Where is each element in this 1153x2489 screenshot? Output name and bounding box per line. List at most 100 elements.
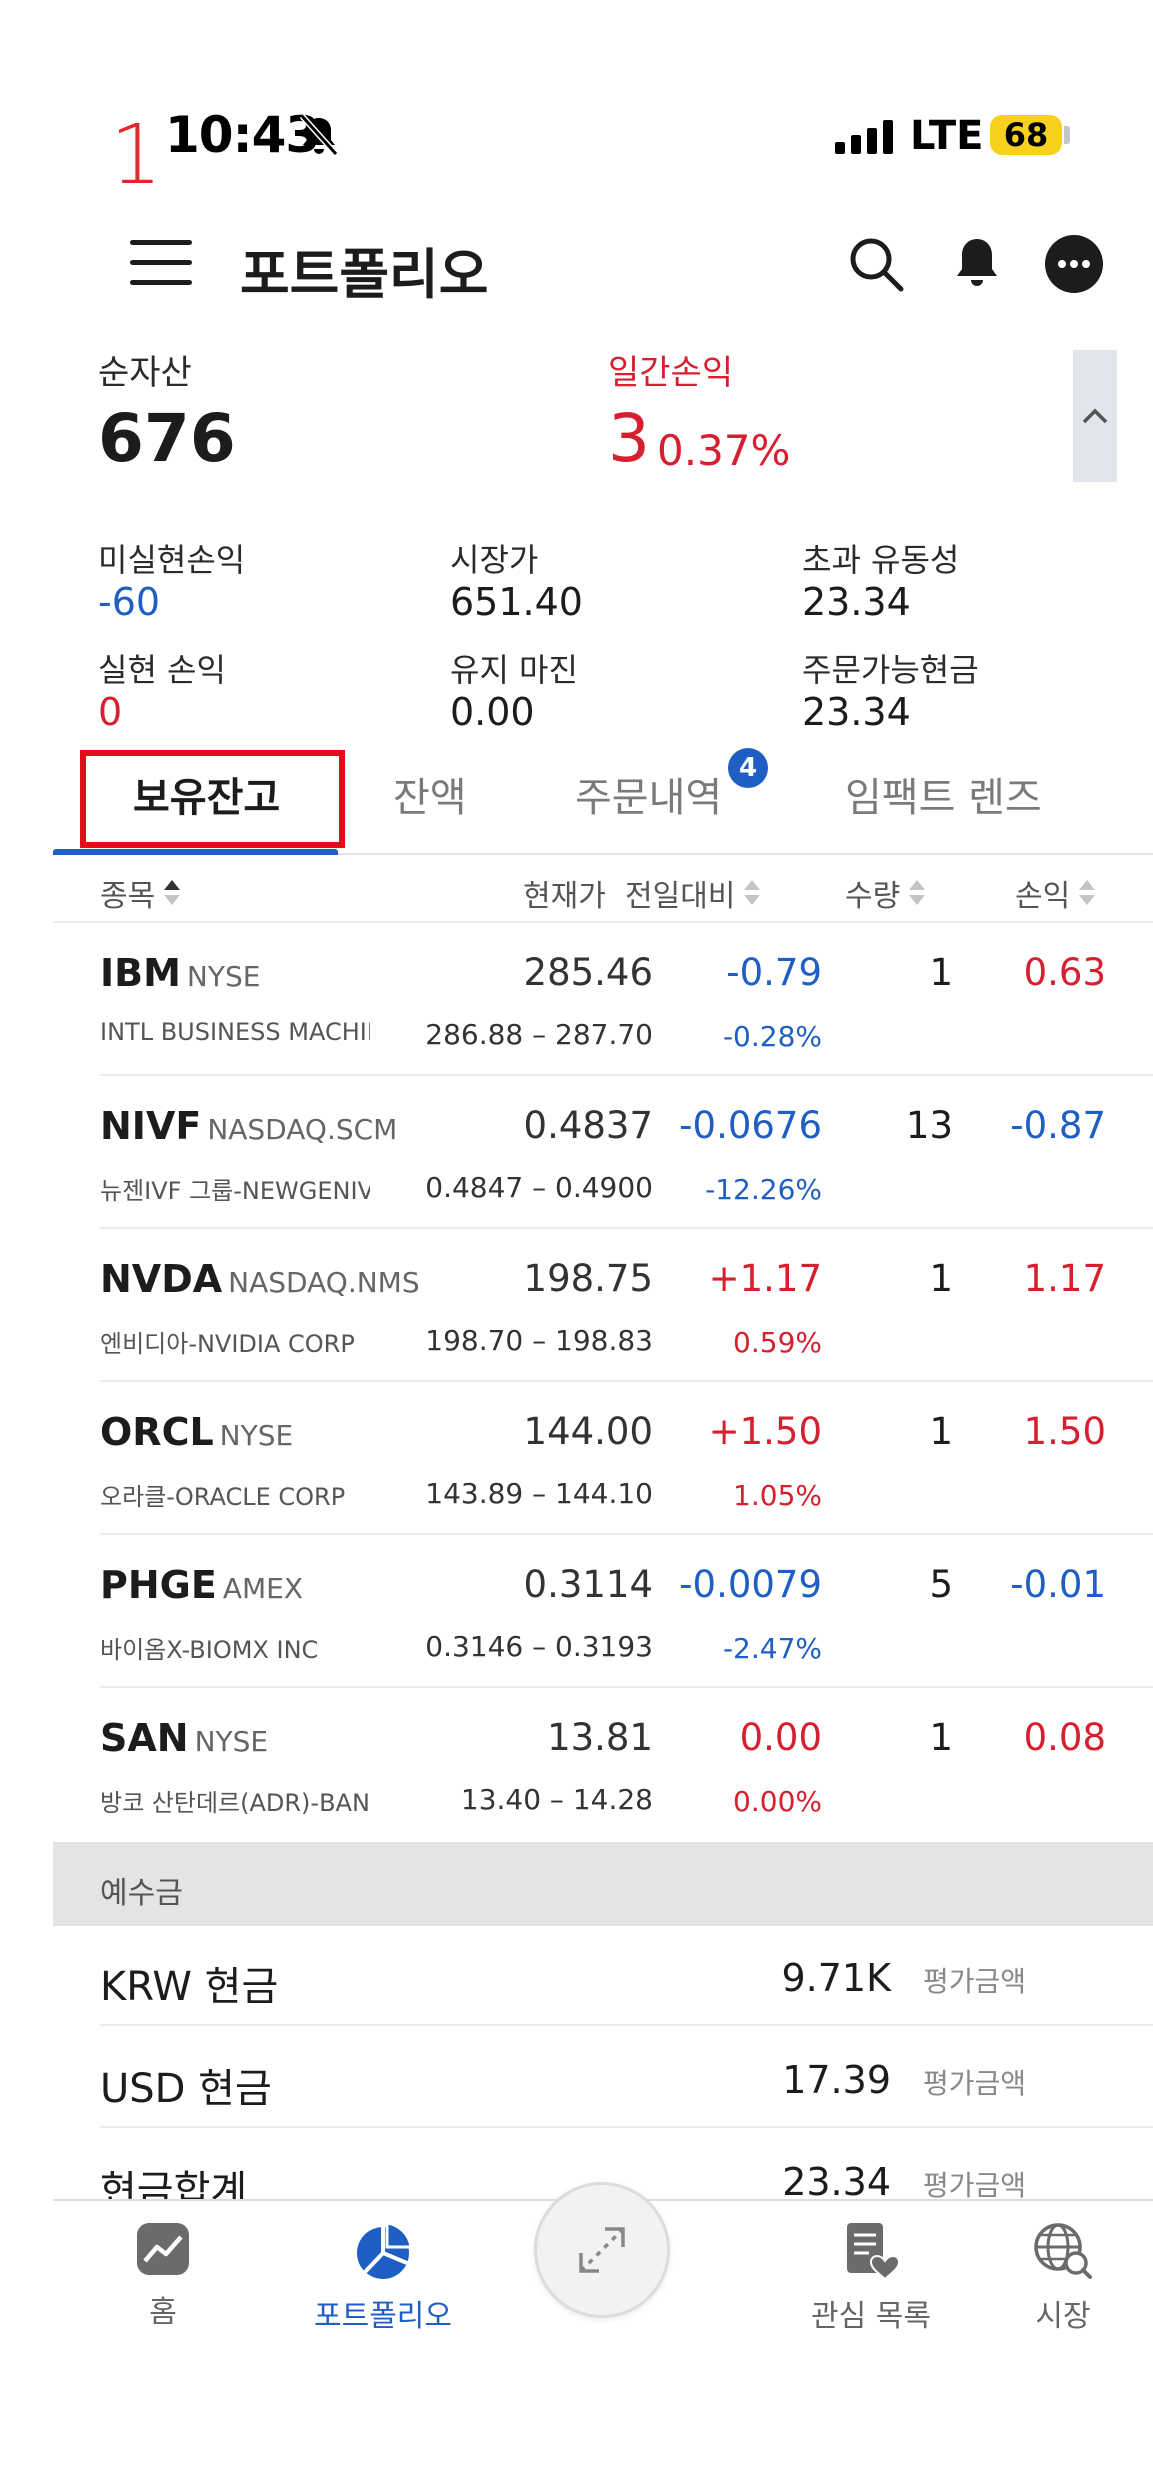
bell-muted-icon [299,113,339,157]
column-header-quantity[interactable]: 수량 [845,871,926,915]
profit-loss: -0.01 [1010,1563,1106,1606]
nav-portfolio[interactable]: 포트폴리오 [293,2221,473,2335]
nav-home[interactable]: 홈 [73,2221,253,2331]
cash-note: 평가금액 [923,2067,1027,2100]
symbol: NVDA [100,1257,223,1301]
tab-impact-lens[interactable]: 임팩트 렌즈 [845,765,1042,823]
profit-loss: 1.50 [1023,1410,1106,1453]
table-row[interactable]: SAN NYSE 방코 산탄데르(ADR)-BAN... 13.81 13.40 … [100,1688,1153,1841]
metric-value: 651.40 [450,580,583,624]
change-percent: 0.00% [733,1785,822,1818]
column-header-change[interactable]: 전일대비 [625,871,761,915]
table-row[interactable]: NVDA NASDAQ.NMS 엔비디아-NVIDIA CORP 198.75 1… [100,1229,1153,1382]
company-name: 방코 산탄데르(ADR)-BAN... [100,1789,370,1817]
nav-label: 포트폴리오 [314,2299,452,2334]
table-row[interactable]: NIVF NASDAQ.SCM 뉴젠IVF 그룹-NEWGENIV... 0.48… [100,1076,1153,1229]
cash-note: 평가금액 [923,2169,1027,2202]
nav-market[interactable]: 시장 [973,2221,1153,2335]
network-type: LTE [910,113,984,159]
exchange: AMEX [222,1572,303,1605]
battery-icon: 68 [990,115,1062,155]
page-title: 포트폴리오 [240,243,489,306]
list-item[interactable]: USD 현금 17.39 평가금액 [100,2028,1153,2128]
quantity: 1 [929,951,953,994]
column-header-pl[interactable]: 손익 [1015,871,1096,915]
sort-icon [163,878,181,908]
daily-pl-percent: 0.37% [657,426,791,475]
price: 13.81 [547,1716,653,1759]
cash-value: 9.71K [781,1956,891,2000]
metric-label: 유지 마진 [450,651,578,689]
change: -0.0676 [679,1104,822,1147]
expand-button[interactable] [534,2182,670,2318]
table-row[interactable]: IBMNYSE INTL BUSINESS MACHIN... 285.46 2… [100,923,1153,1076]
daily-pl-value: 3 [608,400,650,477]
exchange: NASDAQ.SCM [207,1113,398,1146]
chevron-up-icon [1082,408,1108,424]
price: 285.46 [523,951,653,994]
table-row[interactable]: ORCL NYSE 오라클-ORACLE CORP 144.00 143.89 –… [100,1382,1153,1535]
company-name: 뉴젠IVF 그룹-NEWGENIV... [100,1177,370,1205]
chart-icon [137,2223,189,2275]
cash-note: 평가금액 [923,1965,1027,1998]
globe-search-icon [1034,2223,1092,2279]
table-row[interactable]: PHGE AMEX 바이옴X-BIOMX INC 0.3114 0.3146 – … [100,1535,1153,1688]
nav-watchlist[interactable]: 관심 목록 [781,2221,961,2335]
price: 198.75 [523,1257,653,1300]
metric-value: -60 [98,580,161,624]
cash-value: 17.39 [782,2058,891,2102]
column-header-price[interactable]: 현재가 [523,871,606,915]
nav-label: 시장 [1035,2299,1091,2334]
change-percent: 0.59% [733,1326,822,1359]
net-assets-value: 676 [98,400,236,477]
quantity: 1 [929,1716,953,1759]
symbol: NIVF [100,1104,202,1148]
pie-chart-icon [357,2221,413,2279]
metric-value: 23.34 [802,580,911,624]
active-tab-indicator [53,849,338,855]
day-range: 143.89 – 144.10 [425,1477,653,1510]
metric-label: 미실현손익 [98,541,246,579]
nav-label: 홈 [149,2295,177,2330]
column-header-symbol[interactable]: 종목 [100,871,181,915]
metric-label: 초과 유동성 [802,541,960,579]
bell-icon[interactable] [946,233,1008,295]
app-header: 포트폴리오 [0,200,1153,330]
symbol: SAN [100,1716,189,1760]
sort-icon [743,878,761,908]
change: -0.0079 [679,1563,822,1606]
exchange: NYSE [186,960,261,993]
metric-value: 23.34 [802,690,911,734]
more-icon[interactable] [1043,233,1105,295]
day-range: 198.70 – 198.83 [425,1324,653,1357]
collapse-button[interactable] [1073,350,1117,482]
expand-arrows-icon [579,2227,625,2273]
tab-orders[interactable]: 주문내역 [575,765,722,823]
tab-balance[interactable]: 잔액 [393,765,467,823]
metric-label: 주문가능현금 [802,651,979,689]
annotation-number: 1 [110,108,163,203]
exchange: NYSE [219,1419,294,1452]
price: 0.3114 [523,1563,653,1606]
search-icon[interactable] [845,233,907,295]
cash-value: 23.34 [782,2160,891,2204]
exchange: NYSE [194,1725,269,1758]
menu-icon[interactable] [130,240,192,286]
profit-loss: 1.17 [1023,1257,1106,1300]
change: +1.17 [708,1257,822,1300]
quantity: 1 [929,1410,953,1453]
quantity: 13 [905,1104,953,1147]
change-percent: -2.47% [722,1632,822,1665]
company-name: 오라클-ORACLE CORP [100,1483,346,1511]
symbol: PHGE [100,1563,217,1607]
day-range: 286.88 – 287.70 [425,1018,653,1051]
symbol: ORCL [100,1410,214,1454]
list-item[interactable]: KRW 현금 9.71K 평가금액 [100,1926,1153,2026]
daily-pl-label: 일간손익 [608,353,734,393]
status-bar: 1 10:43 LTE 68 [0,0,1153,200]
symbol: IBM [100,951,181,995]
orders-badge: 4 [728,748,768,788]
table-header: 종목 현재가 전일대비 수량 손익 [53,857,1153,923]
signal-icon [835,120,893,154]
change-percent: 1.05% [733,1479,822,1512]
